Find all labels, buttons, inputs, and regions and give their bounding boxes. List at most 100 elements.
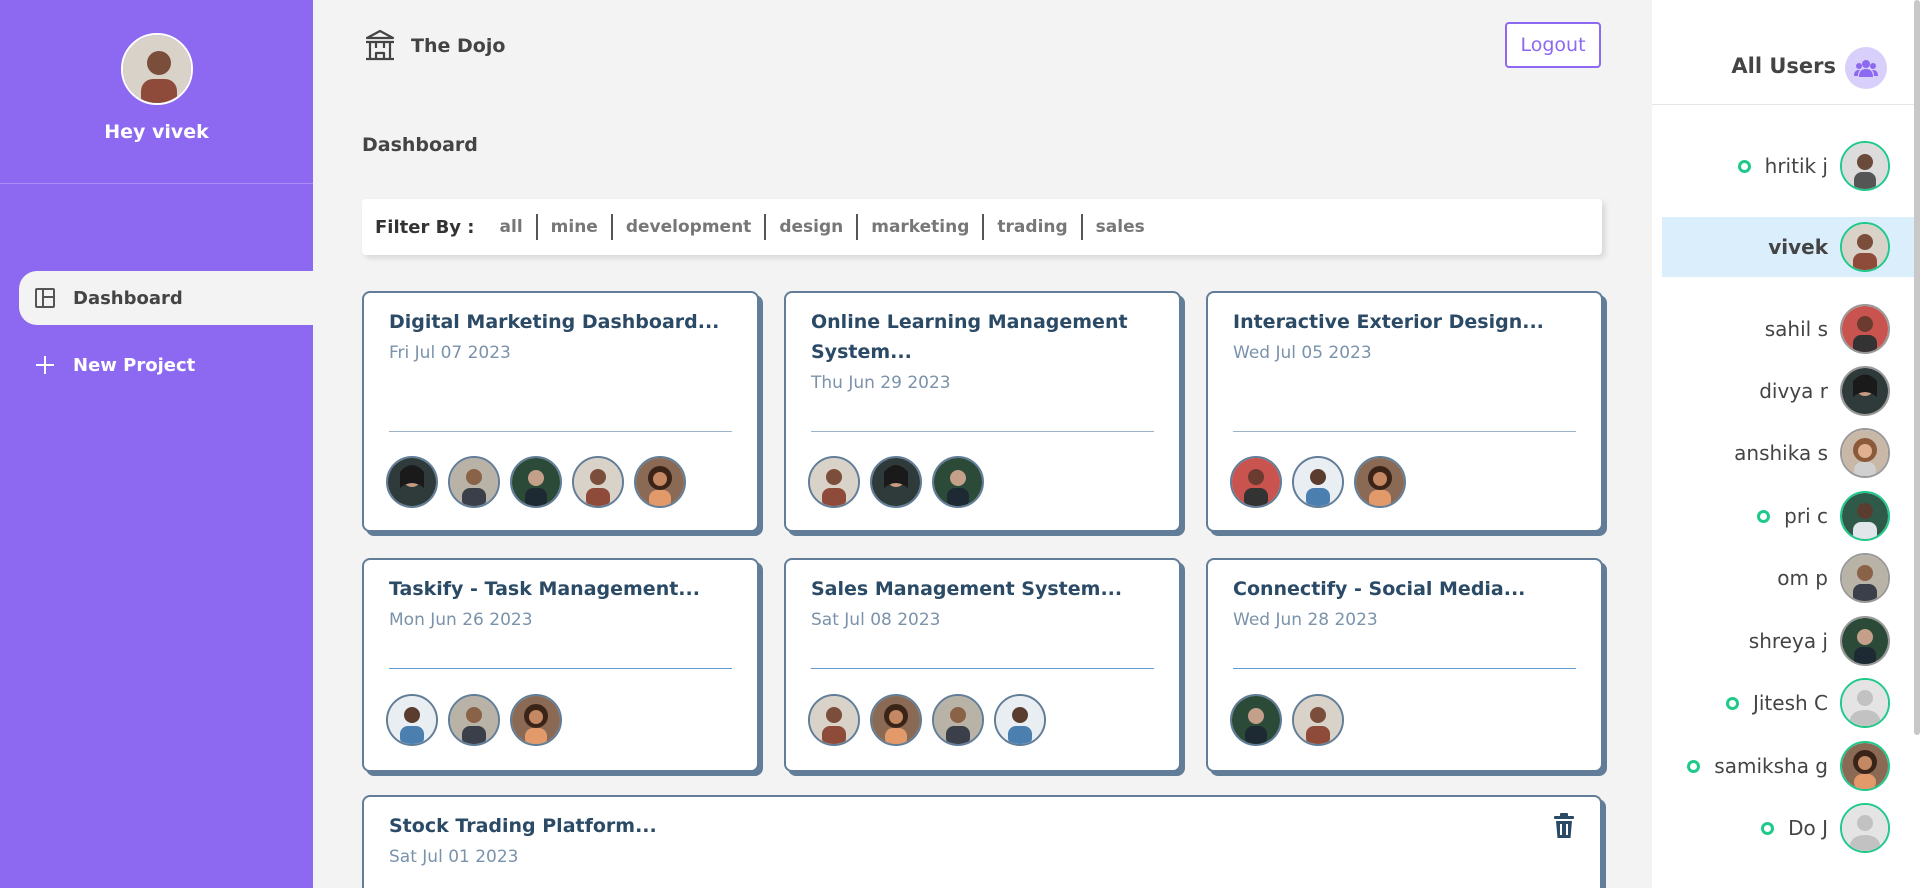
card-divider bbox=[1233, 431, 1576, 432]
project-due-date: Sat Jul 01 2023 bbox=[389, 847, 519, 867]
assigned-users bbox=[808, 694, 1056, 746]
brand[interactable]: The Dojo bbox=[362, 28, 505, 64]
avatar bbox=[1840, 222, 1890, 272]
project-title: Sales Management System... bbox=[811, 578, 1123, 600]
card-divider bbox=[389, 431, 732, 432]
online-indicator bbox=[1687, 759, 1701, 773]
project-due-date: Mon Jun 26 2023 bbox=[389, 610, 533, 630]
brand-name: The Dojo bbox=[411, 35, 506, 57]
user-item[interactable]: sahil s bbox=[1662, 299, 1920, 359]
sidebar: Hey vivek Dashboard New Project bbox=[0, 0, 313, 888]
avatar bbox=[994, 694, 1046, 746]
filter-option-all[interactable]: all bbox=[487, 214, 536, 240]
main-content: The Dojo Logout Dashboard Filter By : al… bbox=[362, 0, 1603, 888]
avatar bbox=[572, 456, 624, 508]
nav-dashboard[interactable]: Dashboard bbox=[19, 271, 313, 325]
user-name: vivek bbox=[1768, 235, 1828, 259]
avatar bbox=[1840, 553, 1890, 603]
filter-option-sales[interactable]: sales bbox=[1080, 214, 1158, 240]
avatar bbox=[1354, 456, 1406, 508]
dashboard-icon bbox=[33, 286, 57, 310]
project-card[interactable]: Stock Trading Platform... Sat Jul 01 202… bbox=[362, 795, 1602, 888]
avatar-placeholder bbox=[1840, 678, 1890, 728]
project-due-date: Thu Jun 29 2023 bbox=[811, 373, 951, 393]
nav-new-project-label: New Project bbox=[73, 354, 196, 376]
avatar bbox=[1840, 491, 1890, 541]
avatar bbox=[1230, 456, 1282, 508]
avatar bbox=[1292, 694, 1344, 746]
avatar-placeholder bbox=[1840, 803, 1890, 853]
online-indicator bbox=[1725, 696, 1739, 710]
user-item[interactable]: vivek bbox=[1662, 217, 1920, 277]
avatar bbox=[386, 694, 438, 746]
user-name: divya r bbox=[1759, 379, 1828, 403]
user-item[interactable]: shreya j bbox=[1662, 611, 1920, 671]
project-due-date: Wed Jul 05 2023 bbox=[1233, 343, 1372, 363]
project-card[interactable]: Sales Management System... Sat Jul 08 20… bbox=[784, 558, 1181, 772]
project-title: Interactive Exterior Design... bbox=[1233, 311, 1544, 333]
filter-option-marketing[interactable]: marketing bbox=[856, 214, 982, 240]
avatar bbox=[386, 456, 438, 508]
avatar bbox=[1230, 694, 1282, 746]
project-title-line: System... bbox=[811, 341, 912, 363]
user-item[interactable]: om p bbox=[1662, 548, 1920, 608]
avatar bbox=[1840, 616, 1890, 666]
filter-option-development[interactable]: development bbox=[610, 214, 764, 240]
project-title: Taskify - Task Management... bbox=[389, 578, 700, 600]
filter-option-design[interactable]: design bbox=[764, 214, 856, 240]
sidebar-nav: Dashboard New Project bbox=[0, 271, 313, 392]
assigned-users bbox=[386, 456, 696, 508]
project-card[interactable]: Online Learning Management System... Thu … bbox=[784, 291, 1181, 532]
project-title: Connectify - Social Media... bbox=[1233, 578, 1526, 600]
user-name: hritik j bbox=[1764, 154, 1828, 178]
nav-new-project[interactable]: New Project bbox=[19, 338, 313, 392]
project-title: Online Learning Management System... bbox=[811, 307, 1154, 367]
user-name: pri c bbox=[1784, 504, 1828, 528]
avatar bbox=[510, 456, 562, 508]
user-item[interactable]: pri c bbox=[1662, 486, 1920, 546]
user-avatar bbox=[120, 33, 193, 105]
project-filter: Filter By : all mine development design … bbox=[362, 199, 1602, 255]
project-card[interactable]: Connectify - Social Media... Wed Jun 28 … bbox=[1206, 558, 1603, 772]
online-indicator bbox=[1757, 509, 1771, 523]
user-name: Jitesh C bbox=[1752, 691, 1828, 715]
user-item[interactable]: Do J bbox=[1662, 798, 1920, 858]
avatar bbox=[448, 456, 500, 508]
filter-option-mine[interactable]: mine bbox=[535, 214, 611, 240]
avatar bbox=[870, 456, 922, 508]
card-divider bbox=[811, 668, 1154, 669]
avatar bbox=[808, 694, 860, 746]
assigned-users bbox=[386, 694, 572, 746]
user-item[interactable]: divya r bbox=[1662, 361, 1920, 421]
card-divider bbox=[1233, 668, 1576, 669]
online-indicator bbox=[1761, 821, 1775, 835]
user-item[interactable]: hritik j bbox=[1662, 136, 1920, 196]
trash-icon[interactable] bbox=[1552, 813, 1576, 839]
avatar bbox=[1840, 428, 1890, 478]
user-item[interactable]: Jitesh C bbox=[1662, 673, 1920, 733]
logout-button[interactable]: Logout bbox=[1505, 22, 1601, 68]
project-title: Stock Trading Platform... bbox=[389, 815, 657, 837]
sidebar-user: Hey vivek bbox=[0, 0, 313, 184]
users-group-icon bbox=[1845, 47, 1887, 89]
avatar bbox=[1840, 741, 1890, 791]
avatar bbox=[634, 456, 686, 508]
project-card[interactable]: Digital Marketing Dashboard... Fri Jul 0… bbox=[362, 291, 759, 532]
user-name: om p bbox=[1777, 566, 1828, 590]
project-title-line: Online Learning Management bbox=[811, 311, 1128, 333]
user-item[interactable]: anshika s bbox=[1662, 423, 1920, 483]
project-card[interactable]: Taskify - Task Management... Mon Jun 26 … bbox=[362, 558, 759, 772]
assigned-users bbox=[1230, 694, 1354, 746]
avatar bbox=[1292, 456, 1344, 508]
users-panel-scrollbar[interactable] bbox=[1914, 0, 1920, 735]
avatar bbox=[510, 694, 562, 746]
temple-icon bbox=[362, 28, 398, 64]
avatar bbox=[932, 456, 984, 508]
user-item[interactable]: samiksha g bbox=[1662, 736, 1920, 796]
card-divider bbox=[389, 668, 732, 669]
avatar bbox=[932, 694, 984, 746]
filter-option-trading[interactable]: trading bbox=[982, 214, 1080, 240]
project-card[interactable]: Interactive Exterior Design... Wed Jul 0… bbox=[1206, 291, 1603, 532]
assigned-users bbox=[1230, 456, 1416, 508]
avatar bbox=[1840, 366, 1890, 416]
